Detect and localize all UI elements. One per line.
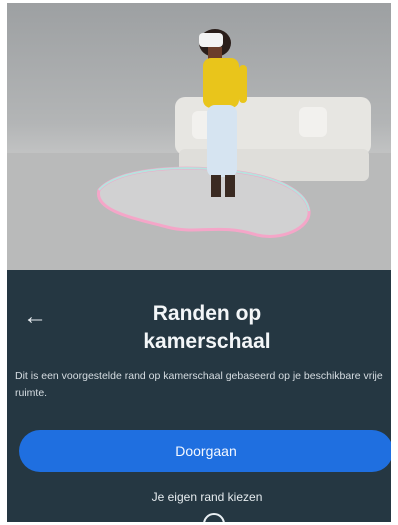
back-button[interactable]: ←: [23, 304, 49, 330]
app-frame: ← Randen op kamerschaal Dit is een voorg…: [7, 3, 391, 522]
page-title: Randen op kamerschaal: [143, 302, 271, 353]
hero-illustration: [7, 3, 391, 270]
arrow-left-icon: ←: [23, 303, 47, 330]
description-text: Dit is een voorgestelde rand op kamersch…: [15, 370, 383, 399]
choose-own-boundary-link[interactable]: Je eigen rand kiezen: [87, 490, 327, 504]
setup-panel: ← Randen op kamerschaal Dit is een voorg…: [7, 270, 391, 522]
circle-home-icon[interactable]: [203, 513, 225, 522]
continue-button[interactable]: Doorgaan: [19, 430, 391, 472]
avatar-in-room-illustration: [7, 29, 391, 270]
